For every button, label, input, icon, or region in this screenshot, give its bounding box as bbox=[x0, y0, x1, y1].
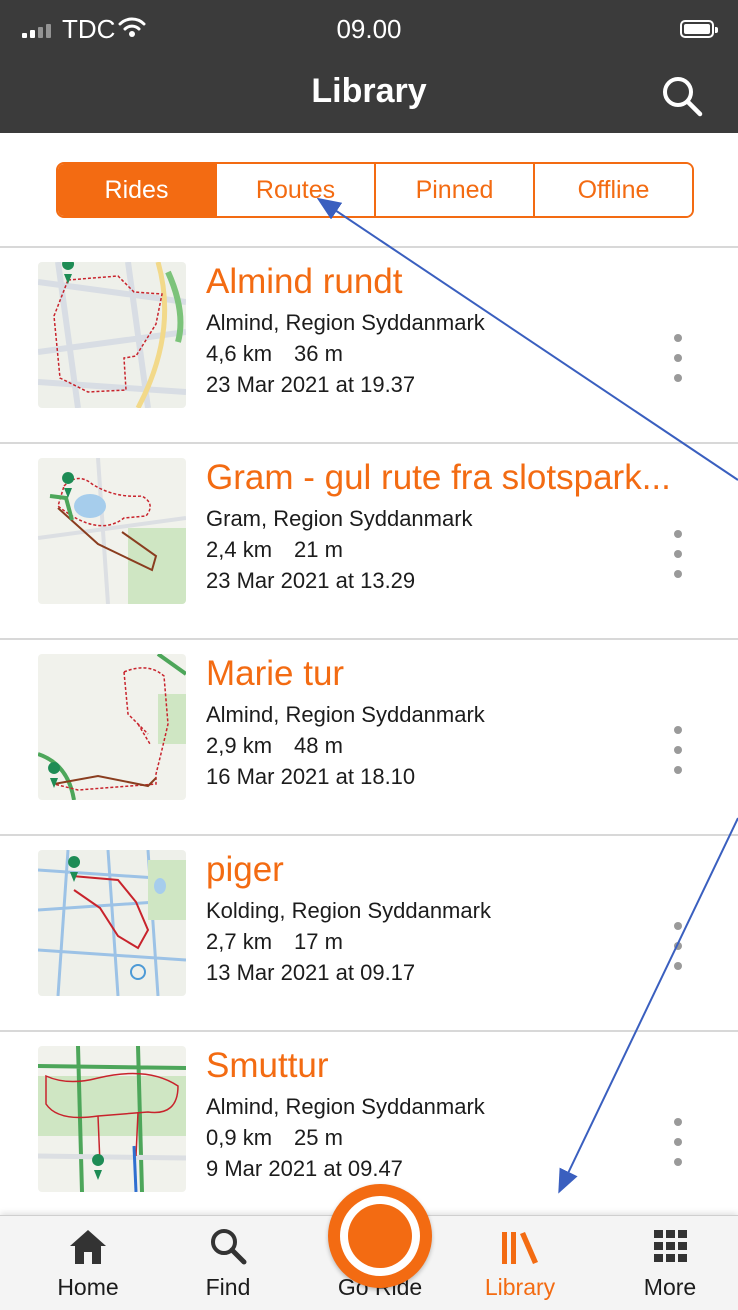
list-item[interactable]: Gram - gul rute fra slotspark... Gram, R… bbox=[0, 442, 738, 638]
ride-title[interactable]: Smuttur bbox=[206, 1046, 329, 1086]
list-item[interactable]: piger Kolding, Region Syddanmark 2,7 km 1… bbox=[0, 834, 738, 1030]
ride-title[interactable]: piger bbox=[206, 850, 284, 890]
library-icon bbox=[502, 1232, 538, 1264]
ride-distance: 0,9 km bbox=[206, 1125, 273, 1150]
route-map-thumbnail bbox=[38, 654, 186, 800]
ride-elevation: 36 m bbox=[294, 341, 343, 366]
segment-pinned[interactable]: Pinned bbox=[374, 164, 533, 216]
tab-more[interactable]: More bbox=[610, 1216, 730, 1310]
ride-elevation: 25 m bbox=[294, 1125, 343, 1150]
route-map-thumbnail bbox=[38, 458, 186, 604]
ride-date: 9 Mar 2021 at 09.47 bbox=[206, 1156, 403, 1181]
more-options-icon[interactable] bbox=[662, 922, 694, 970]
ride-elevation: 48 m bbox=[294, 733, 343, 758]
route-map-thumbnail bbox=[38, 1046, 186, 1192]
search-icon[interactable] bbox=[658, 72, 706, 120]
ride-title[interactable]: Gram - gul rute fra slotspark... bbox=[206, 458, 671, 498]
tab-label-find: Find bbox=[205, 1274, 251, 1300]
ride-date: 16 Mar 2021 at 18.10 bbox=[206, 764, 416, 789]
ride-stats: 2,9 km 48 m bbox=[206, 733, 343, 759]
tab-label-home: Home bbox=[57, 1274, 119, 1300]
ride-location: Almind, Region Syddanmark bbox=[206, 1094, 485, 1119]
segment-rides[interactable]: Rides bbox=[58, 164, 215, 216]
list-item[interactable]: Marie tur Almind, Region Syddanmark 2,9 … bbox=[0, 638, 738, 834]
grid-icon bbox=[654, 1230, 687, 1262]
tab-home[interactable]: Home bbox=[28, 1216, 148, 1310]
list-item[interactable]: Almind rundt Almind, Region Syddanmark 4… bbox=[0, 246, 738, 442]
ride-elevation: 21 m bbox=[294, 537, 343, 562]
ride-distance: 2,7 km bbox=[206, 929, 273, 954]
battery-icon bbox=[680, 20, 718, 38]
ride-distance: 2,9 km bbox=[206, 733, 273, 758]
status-bar: TDC 09.00 bbox=[0, 0, 738, 62]
ride-date: 23 Mar 2021 at 13.29 bbox=[206, 568, 416, 593]
search-icon bbox=[211, 1229, 247, 1265]
ride-location: Almind, Region Syddanmark bbox=[206, 702, 485, 727]
ride-location: Almind, Region Syddanmark bbox=[206, 310, 485, 335]
ride-stats: 2,4 km 21 m bbox=[206, 537, 343, 563]
ride-date: 23 Mar 2021 at 19.37 bbox=[206, 372, 416, 397]
more-options-icon[interactable] bbox=[662, 530, 694, 578]
page-title: Library bbox=[311, 72, 427, 110]
tab-label-more: More bbox=[643, 1274, 697, 1300]
go-ride-button[interactable] bbox=[328, 1184, 432, 1288]
ride-stats: 2,7 km 17 m bbox=[206, 929, 343, 955]
tab-find[interactable]: Find bbox=[168, 1216, 288, 1310]
ride-date: 13 Mar 2021 at 09.17 bbox=[206, 960, 416, 985]
route-map-thumbnail bbox=[38, 262, 186, 408]
ride-location: Kolding, Region Syddanmark bbox=[206, 898, 491, 923]
tab-library[interactable]: Library bbox=[460, 1216, 580, 1310]
segment-routes[interactable]: Routes bbox=[215, 164, 374, 216]
home-icon bbox=[70, 1230, 106, 1264]
segment-offline[interactable]: Offline bbox=[533, 164, 692, 216]
rides-list: Almind rundt Almind, Region Syddanmark 4… bbox=[0, 246, 738, 1226]
tab-label-library: Library bbox=[484, 1274, 556, 1300]
ride-distance: 2,4 km bbox=[206, 537, 273, 562]
more-options-icon[interactable] bbox=[662, 334, 694, 382]
status-time: 09.00 bbox=[336, 14, 402, 44]
ride-stats: 0,9 km 25 m bbox=[206, 1125, 343, 1151]
ride-title[interactable]: Almind rundt bbox=[206, 262, 402, 302]
library-segmented-control: Rides Routes Pinned Offline bbox=[56, 162, 694, 218]
route-map-thumbnail bbox=[38, 850, 186, 996]
ride-distance: 4,6 km bbox=[206, 341, 273, 366]
ride-stats: 4,6 km 36 m bbox=[206, 341, 343, 367]
more-options-icon[interactable] bbox=[662, 726, 694, 774]
app-header: TDC 09.00 Library bbox=[0, 0, 738, 133]
ride-title[interactable]: Marie tur bbox=[206, 654, 344, 694]
ride-location: Gram, Region Syddanmark bbox=[206, 506, 473, 531]
ride-elevation: 17 m bbox=[294, 929, 343, 954]
more-options-icon[interactable] bbox=[662, 1118, 694, 1166]
